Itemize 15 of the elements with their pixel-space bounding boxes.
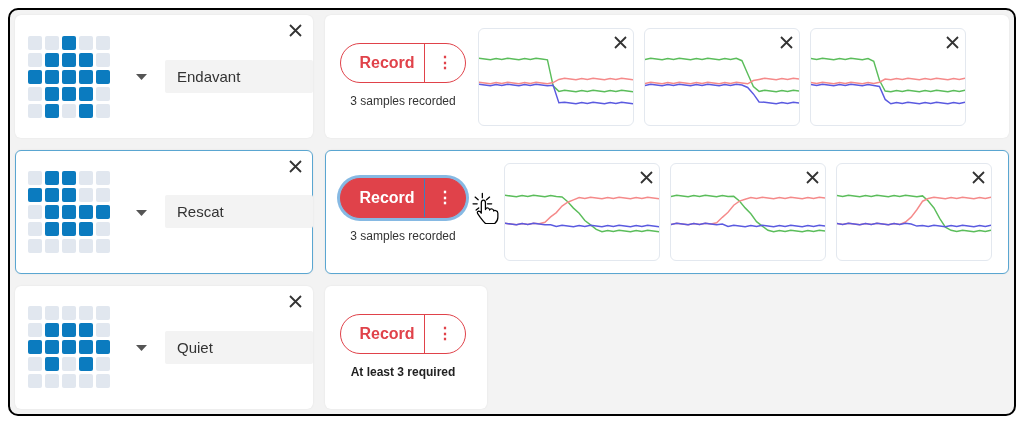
gesture-name-field[interactable]: Rescat xyxy=(165,195,313,229)
gesture-name-field[interactable]: Quiet xyxy=(165,330,313,364)
samples-count-text: 3 samples recorded xyxy=(350,93,456,111)
gesture-card[interactable]: Endavant xyxy=(15,15,313,139)
samples-count-text: 3 samples recorded xyxy=(350,228,456,246)
requirement-text: At least 3 required xyxy=(350,363,456,381)
record-button[interactable]: Record ⋮ xyxy=(340,43,466,84)
more-menu-button[interactable]: ⋮ xyxy=(423,314,465,353)
gesture-card[interactable]: Quiet xyxy=(15,285,313,409)
record-button[interactable]: Record ⋮ xyxy=(340,178,466,219)
gesture-name-field[interactable]: Endavant xyxy=(165,60,313,94)
more-menu-button[interactable]: ⋮ xyxy=(423,179,465,218)
record-button[interactable]: Record ⋮ xyxy=(340,313,466,354)
gesture-card[interactable]: Rescat xyxy=(15,150,313,274)
more-menu-button[interactable]: ⋮ xyxy=(423,44,465,83)
